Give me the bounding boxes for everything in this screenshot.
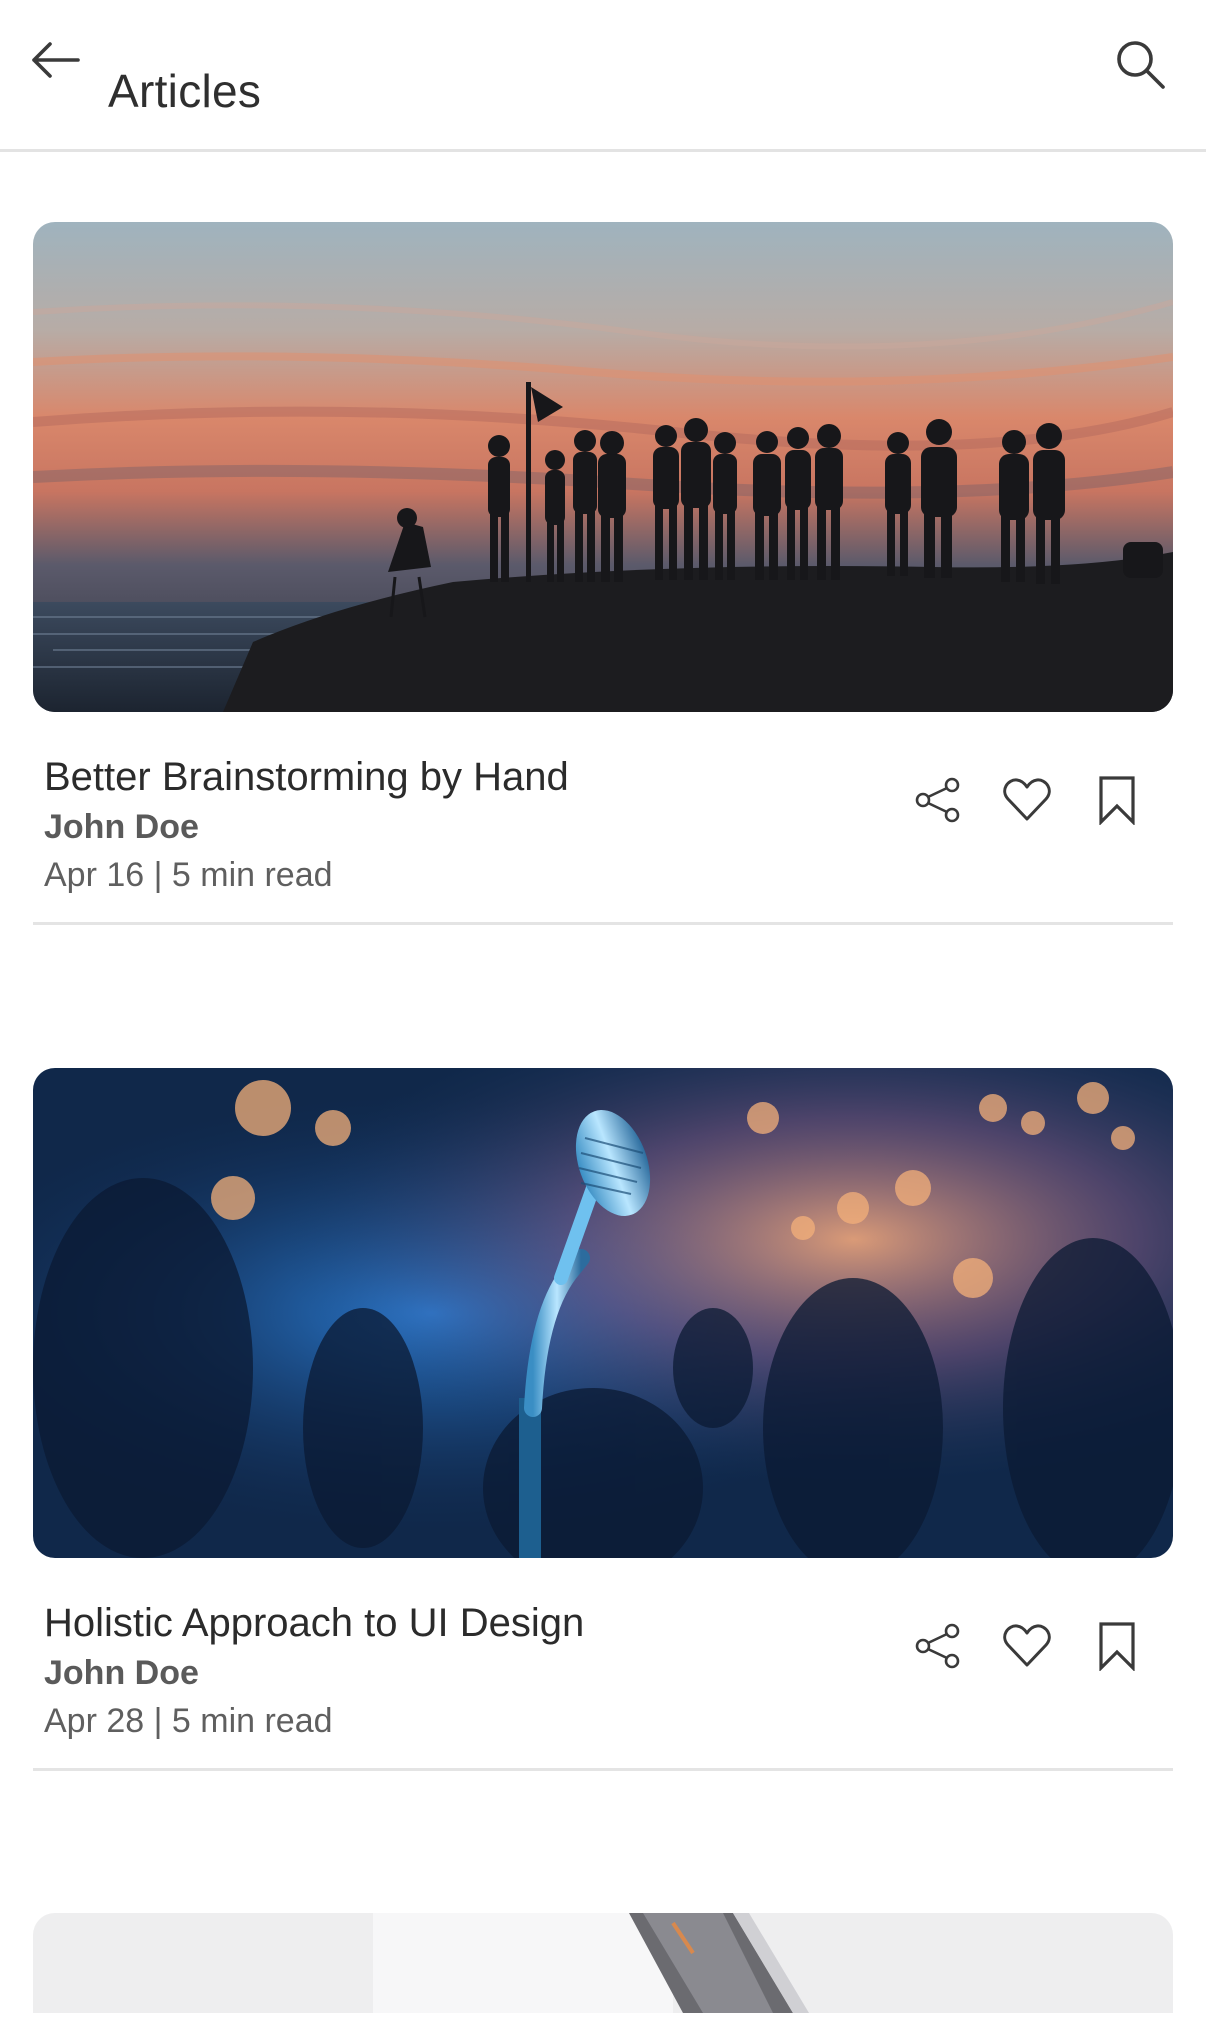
article-author: John Doe: [44, 808, 199, 846]
bookmark-icon: [1099, 776, 1135, 825]
share-icon: [915, 777, 960, 823]
article-title[interactable]: Better Brainstorming by Hand: [44, 752, 569, 802]
like-button[interactable]: [997, 1616, 1057, 1676]
share-button[interactable]: [908, 1616, 968, 1676]
heart-icon: [1003, 778, 1051, 821]
laptop-image: [33, 1913, 1173, 2013]
back-button[interactable]: [22, 28, 86, 92]
search-button[interactable]: [1104, 28, 1176, 100]
arrow-left-icon: [32, 42, 80, 78]
article-image[interactable]: [33, 1068, 1173, 1558]
page-title: Articles: [108, 64, 262, 117]
like-button[interactable]: [997, 770, 1057, 830]
article-meta: Apr 16 | 5 min read: [44, 856, 333, 894]
bookmark-button[interactable]: [1087, 770, 1147, 830]
article-author: John Doe: [44, 1654, 199, 1692]
app-bar: Articles: [0, 0, 1206, 152]
divider: [33, 922, 1173, 925]
bookmark-icon: [1099, 1622, 1135, 1671]
article-meta: Apr 28 | 5 min read: [44, 1702, 333, 1740]
divider: [33, 1768, 1173, 1771]
search-icon: [1117, 41, 1165, 89]
sunset-silhouettes-image: [33, 222, 1173, 712]
heart-icon: [1003, 1624, 1051, 1667]
article-title[interactable]: Holistic Approach to UI Design: [44, 1598, 584, 1648]
article-image[interactable]: [33, 1913, 1173, 2013]
share-button[interactable]: [908, 770, 968, 830]
microphone-concert-image: [33, 1068, 1173, 1558]
share-icon: [915, 1623, 960, 1669]
article-image[interactable]: [33, 222, 1173, 712]
bookmark-button[interactable]: [1087, 1616, 1147, 1676]
